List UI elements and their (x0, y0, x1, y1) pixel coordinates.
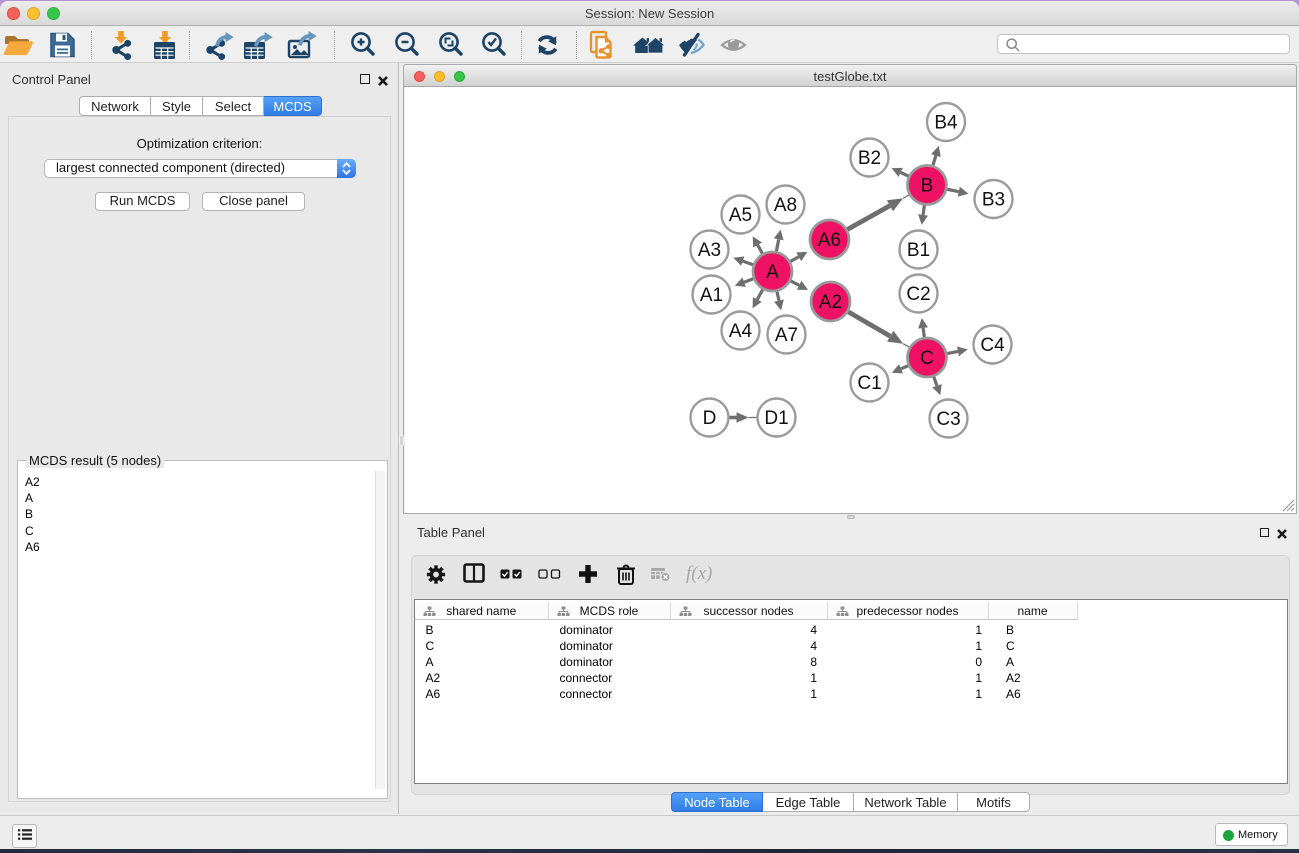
svg-text:A3: A3 (698, 240, 721, 261)
svg-text:A1: A1 (700, 285, 723, 306)
svg-text:B: B (921, 176, 934, 197)
svg-text:A6: A6 (818, 230, 841, 251)
svg-text:A: A (766, 262, 779, 283)
svg-text:D: D (703, 408, 717, 429)
svg-text:C1: C1 (857, 373, 881, 394)
svg-text:A7: A7 (775, 325, 798, 346)
svg-text:f(x): f(x) (686, 563, 712, 584)
svg-text:A8: A8 (774, 195, 797, 216)
svg-text:A5: A5 (729, 205, 752, 226)
svg-text:B2: B2 (858, 148, 881, 169)
svg-text:C: C (920, 348, 934, 369)
svg-text:A2: A2 (819, 292, 842, 313)
svg-text:B1: B1 (907, 240, 930, 261)
svg-text:B3: B3 (982, 190, 1005, 211)
svg-text:C4: C4 (980, 335, 1005, 356)
svg-text:D1: D1 (764, 408, 788, 429)
svg-text:C2: C2 (906, 284, 930, 305)
svg-text:A4: A4 (729, 321, 753, 342)
svg-text:C3: C3 (936, 409, 960, 430)
svg-text:B4: B4 (934, 113, 958, 134)
